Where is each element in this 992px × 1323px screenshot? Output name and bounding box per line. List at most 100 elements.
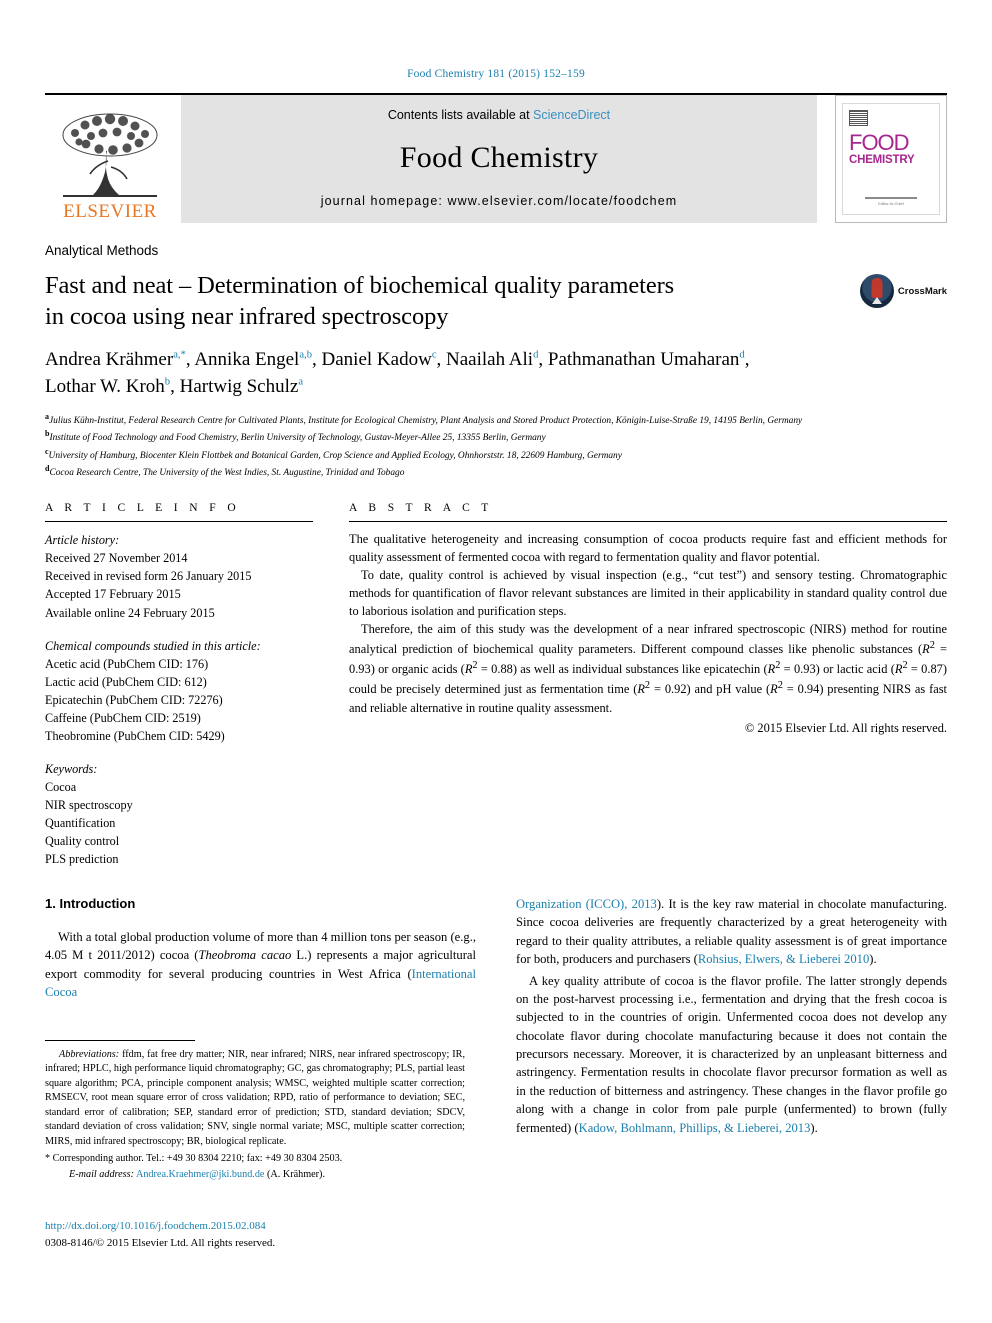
author-5-name: Pathmanathan Umaharan — [547, 348, 740, 370]
r-squared-value-2: = 0.88 — [477, 662, 513, 677]
citation-icco-part2[interactable]: Organization (ICCO), 2013 — [516, 897, 657, 911]
abstract-p3-part-b: ) or organic acids ( — [370, 662, 465, 677]
elsevier-logo: ELSEVIER — [45, 95, 175, 223]
author-2: Annika Engela,b — [194, 349, 312, 370]
citation-kadow[interactable]: Kadow, Bohlmann, Phillips, & Lieberei, 2… — [579, 1121, 811, 1135]
article-history-label: Article history: — [45, 533, 120, 548]
keyword-cocoa: Cocoa — [45, 779, 77, 794]
email-link[interactable]: Andrea.Kraehmer@jki.bund.de — [136, 1169, 264, 1180]
abstract-heading: A B S T R A C T — [349, 502, 493, 515]
affiliation-b-text: Institute of Food Technology and Food Ch… — [49, 433, 546, 444]
author-1: Andrea Krähmera,* — [45, 349, 186, 370]
doi-link[interactable]: http://dx.doi.org/10.1016/j.foodchem.201… — [45, 1218, 275, 1235]
intro-right-text-c: A key quality attribute of cocoa is the … — [516, 973, 947, 1135]
keyword-nir-spectroscopy: NIR spectroscopy — [45, 797, 133, 812]
cover-badge-icon — [849, 110, 868, 126]
body-column-right: Organization (ICCO), 2013). It is the ke… — [516, 895, 947, 1140]
article-info-rule — [45, 521, 313, 523]
r-squared-value-5: = 0.92 — [650, 682, 687, 697]
author-1-name: Andrea Krähmer — [45, 348, 174, 370]
author-4-affiliation-marker: d — [533, 349, 539, 361]
cover-title-food: FOOD — [849, 130, 910, 155]
footnote-separator-rule — [45, 1040, 195, 1041]
abstract-p3-part-a: Therefore, the aim of this study was the… — [349, 622, 947, 657]
email-note: E-mail address: Andrea.Kraehmer@jki.bund… — [45, 1168, 465, 1182]
cover-title-chemistry: CHEMISTRY — [849, 153, 915, 166]
abstract-paragraph-3: Therefore, the aim of this study was the… — [349, 621, 947, 717]
author-7-affiliation-marker: a — [298, 376, 304, 388]
affiliation-c-text: University of Hamburg, Biocenter Klein F… — [48, 450, 622, 461]
sciencedirect-link[interactable]: ScienceDirect — [533, 108, 610, 122]
keyword-quality-control: Quality control — [45, 834, 120, 849]
abstract-p3-part-f: ) and pH value ( — [686, 682, 771, 697]
r-squared-value-6: = 0.94 — [782, 682, 820, 697]
chemical-compounds-block: Chemical compounds studied in this artic… — [45, 637, 313, 745]
author-5-affiliation-marker: d — [739, 349, 745, 361]
r-squared-symbol-6: R — [770, 682, 778, 697]
abstract-column: A B S T R A C T The qualitative heteroge… — [349, 502, 947, 868]
title-line-2: in cocoa using near infrared spectroscop… — [45, 303, 449, 331]
keyword-quantification: Quantification — [45, 816, 116, 830]
r-squared-value-3: = 0.93 — [780, 662, 816, 677]
species-name: Theobroma cacao — [198, 948, 292, 963]
r-squared-symbol-1: R — [922, 642, 930, 657]
author-3-affiliation-marker: c — [431, 349, 437, 361]
abbreviations-text: ffdm, fat free dry matter; NIR, near inf… — [45, 1049, 465, 1147]
abstract-paragraph-1: The qualitative heterogeneity and increa… — [349, 532, 947, 565]
journal-cover-inner: FOOD CHEMISTRY Editor-in-Chief — [842, 103, 940, 215]
crossmark-icon — [859, 274, 894, 308]
author-1-affiliation-marker: a,* — [173, 349, 186, 361]
author-2-name: Annika Engel — [194, 348, 300, 370]
introduction-paragraph-right-2: A key quality attribute of cocoa is the … — [516, 972, 947, 1137]
history-item-revised: Received in revised form 26 January 2015 — [45, 569, 252, 584]
history-item-online: Available online 24 February 2015 — [45, 605, 215, 620]
keyword-pls-prediction: PLS prediction — [45, 852, 119, 867]
affiliation-d-text: Cocoa Research Centre, The University of… — [49, 468, 405, 479]
journal-article-page: Food Chemistry 181 (2015) 152–159 ELSEVI… — [0, 0, 992, 1323]
cover-footer-rule — [865, 197, 917, 199]
citation-rohsius[interactable]: Rohsius, Elwers, & Lieberei 2010 — [698, 952, 869, 966]
abstract-rule — [349, 521, 947, 523]
contents-available-line: Contents lists available at ScienceDirec… — [388, 108, 610, 122]
title-line-1: Fast and neat – Determination of biochem… — [45, 272, 675, 299]
author-2-affiliation-marker: a,b — [299, 349, 313, 361]
intro-right-text-d: ). — [810, 1120, 818, 1135]
article-info-column: A R T I C L E I N F O Article history: R… — [45, 502, 313, 868]
crossmark-badge[interactable]: CrossMark — [859, 274, 947, 308]
page-footer: http://dx.doi.org/10.1016/j.foodchem.201… — [45, 1218, 275, 1251]
title-row: Fast and neat – Determination of biochem… — [45, 270, 947, 333]
journal-title: Food Chemistry — [399, 141, 599, 174]
history-item-received: Received 27 November 2014 — [45, 551, 188, 566]
affiliation-list: aJulius Kühn-Institut, Federal Research … — [45, 411, 947, 481]
abstract-body: The qualitative heterogeneity and increa… — [349, 531, 947, 737]
crossmark-label: CrossMark — [897, 285, 947, 297]
journal-section-label: Analytical Methods — [45, 243, 159, 258]
compound-acetic-acid: Acetic acid (PubChem CID: 176) — [45, 656, 209, 671]
author-6-name: Lothar W. Kroh — [45, 375, 165, 397]
corresponding-author-note: * Corresponding author. Tel.: +49 30 830… — [45, 1153, 343, 1165]
affiliation-c: cUniversity of Hamburg, Biocenter Klein … — [45, 446, 947, 463]
footnotes-block: Abbreviations: ffdm, fat free dry matter… — [45, 1040, 465, 1182]
compound-epicatechin: Epicatechin (PubChem CID: 72276) — [45, 692, 223, 707]
cover-footer: Editor-in-Chief — [843, 197, 939, 206]
abstract-paragraph-2: To date, quality control is achieved by … — [349, 568, 947, 619]
abstract-p3-part-d: ) or lactic acid ( — [815, 662, 895, 677]
info-abstract-section: A R T I C L E I N F O Article history: R… — [45, 502, 947, 868]
author-line-2: Lothar W. Krohb, Hartwig Schulza — [45, 375, 304, 397]
keywords-label: Keywords: — [45, 761, 98, 776]
keywords-block: Keywords: Cocoa NIR spectroscopy Quantif… — [45, 760, 313, 868]
masthead-center-panel: Contents lists available at ScienceDirec… — [181, 95, 817, 223]
abstract-copyright: © 2015 Elsevier Ltd. All rights reserved… — [744, 720, 947, 735]
author-4-name: Naailah Ali — [446, 348, 534, 370]
elsevier-wordmark: ELSEVIER — [63, 201, 157, 222]
author-list: Andrea Krähmera,*, Annika Engela,b, Dani… — [45, 347, 947, 401]
journal-homepage-link[interactable]: journal homepage: www.elsevier.com/locat… — [321, 194, 678, 208]
email-label: E-mail address: — [69, 1168, 134, 1180]
issn-copyright: 0308-8146/© 2015 Elsevier Ltd. All right… — [45, 1236, 276, 1249]
compound-caffeine: Caffeine (PubChem CID: 2519) — [45, 710, 201, 725]
author-3-name: Daniel Kadow — [321, 348, 432, 370]
introduction-heading: 1. Introduction — [45, 896, 136, 911]
introduction-paragraph-left: With a total global production volume of… — [45, 928, 476, 1002]
author-3: Daniel Kadowc — [322, 349, 437, 370]
running-head: Food Chemistry 181 (2015) 152–159 — [407, 68, 585, 80]
